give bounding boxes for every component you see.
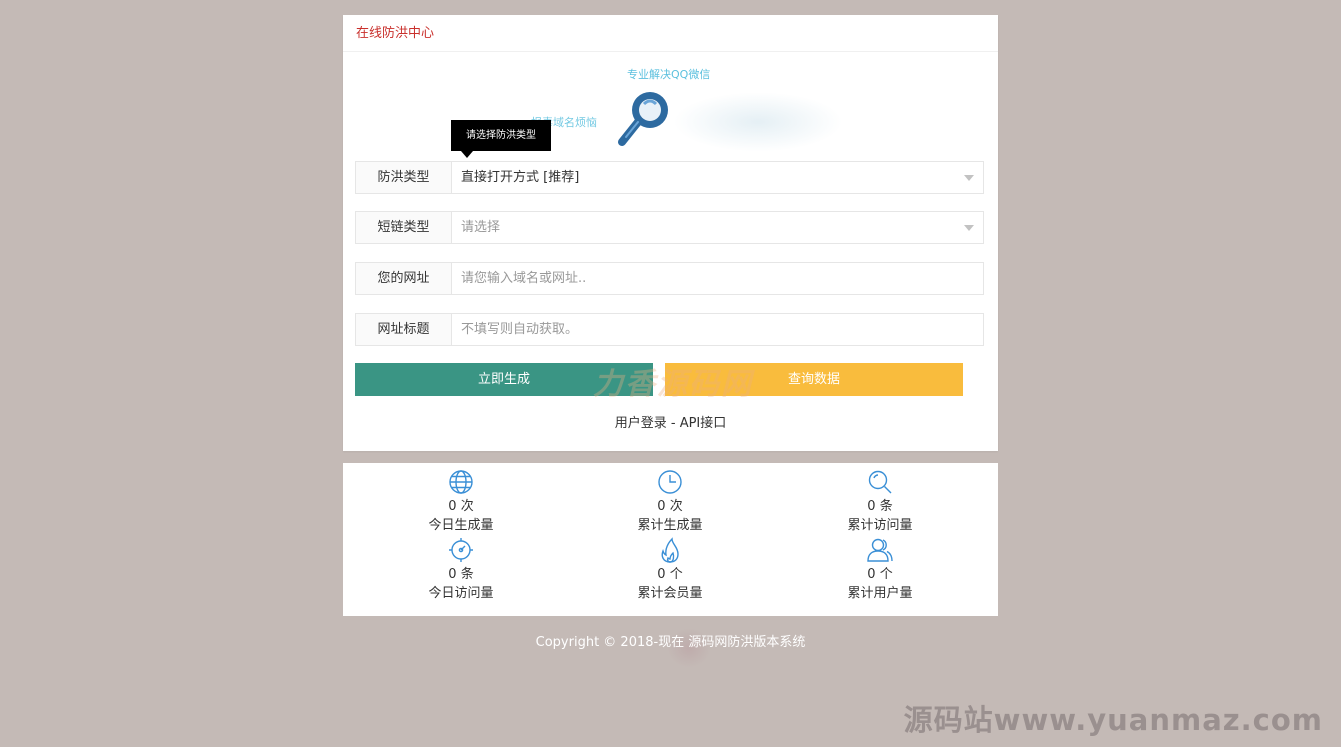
banner-haze — [673, 92, 843, 152]
stat-value: 0 次 — [448, 499, 474, 514]
shortlink-type-placeholder: 请选择 — [461, 220, 501, 235]
banner-headline: 专业解决QQ微信 — [627, 68, 711, 81]
magnifier-icon — [618, 92, 668, 146]
stat-value: 0 个 — [657, 567, 683, 582]
login-link[interactable]: 用户登录 — [615, 416, 667, 431]
stats-panel: 0 次 今日生成量 0 次 累计生成量 0 条 累计访问量 0 条 今日访问量 … — [343, 463, 998, 616]
stat-label: 累计会员量 — [637, 586, 703, 601]
row-title[interactable]: 网址标题 不填写则自动获取。 — [355, 313, 984, 346]
generate-button[interactable]: 立即生成 — [355, 363, 653, 396]
flood-type-label: 防洪类型 — [356, 162, 452, 193]
url-label: 您的网址 — [356, 263, 452, 294]
title-input[interactable]: 不填写则自动获取。 — [452, 314, 983, 345]
gear-icon — [449, 538, 473, 562]
stat-value: 0 个 — [867, 567, 893, 582]
shortlink-type-label: 短链类型 — [356, 212, 452, 243]
globe-icon — [449, 470, 473, 494]
stat-value: 0 条 — [867, 499, 893, 514]
flood-type-value: 直接打开方式 [推荐] — [461, 170, 580, 185]
search-icon — [868, 470, 892, 494]
stat-total-users: 0 个 累计用户量 — [815, 537, 945, 603]
stat-label: 今日生成量 — [428, 518, 494, 533]
query-button[interactable]: 查询数据 — [665, 363, 963, 396]
api-link[interactable]: API接口 — [680, 416, 727, 431]
stat-label: 累计访问量 — [847, 518, 913, 533]
panel-title: 在线防洪中心 — [343, 15, 998, 52]
footer-copyright: Copyright © 2018-现在 源码网防洪版本系统 — [535, 635, 806, 650]
shortlink-type-select[interactable]: 请选择 — [452, 212, 983, 243]
stat-label: 累计生成量 — [637, 518, 703, 533]
banner: 专业解决QQ微信 报毒域名烦恼 — [343, 52, 998, 161]
corner-watermark: 源码站www.yuanmaz.com — [903, 703, 1323, 737]
fire-icon — [661, 537, 679, 563]
main-panel: 在线防洪中心 专业解决QQ微信 报毒域名烦恼 请选择防洪类型 防洪类型 直接打开… — [343, 15, 998, 451]
stat-today-generated: 0 次 今日生成量 — [396, 469, 526, 535]
url-input[interactable]: 请您输入域名或网址.. — [452, 263, 983, 294]
stat-total-generated: 0 次 累计生成量 — [605, 469, 735, 535]
stat-total-members: 0 个 累计会员量 — [605, 537, 735, 603]
link-separator: - — [666, 416, 680, 431]
row-shortlink-type[interactable]: 短链类型 请选择 — [355, 211, 984, 244]
stat-total-visits: 0 条 累计访问量 — [815, 469, 945, 535]
chevron-down-icon — [964, 175, 974, 181]
stat-value: 0 次 — [657, 499, 683, 514]
stat-today-visits: 0 条 今日访问量 — [396, 537, 526, 603]
stat-value: 0 条 — [448, 567, 474, 582]
stat-label: 今日访问量 — [428, 586, 494, 601]
users-icon — [867, 538, 893, 562]
stat-label: 累计用户量 — [847, 586, 913, 601]
flood-type-select[interactable]: 直接打开方式 [推荐] — [452, 162, 983, 193]
bottom-links: 用户登录 - API接口 — [343, 412, 998, 431]
chevron-down-icon — [964, 225, 974, 231]
title-label: 网址标题 — [356, 314, 452, 345]
clock-icon — [658, 470, 682, 494]
row-flood-type[interactable]: 防洪类型 直接打开方式 [推荐] — [355, 161, 984, 194]
type-tooltip: 请选择防洪类型 — [451, 120, 551, 158]
row-url[interactable]: 您的网址 请您输入域名或网址.. — [355, 262, 984, 295]
